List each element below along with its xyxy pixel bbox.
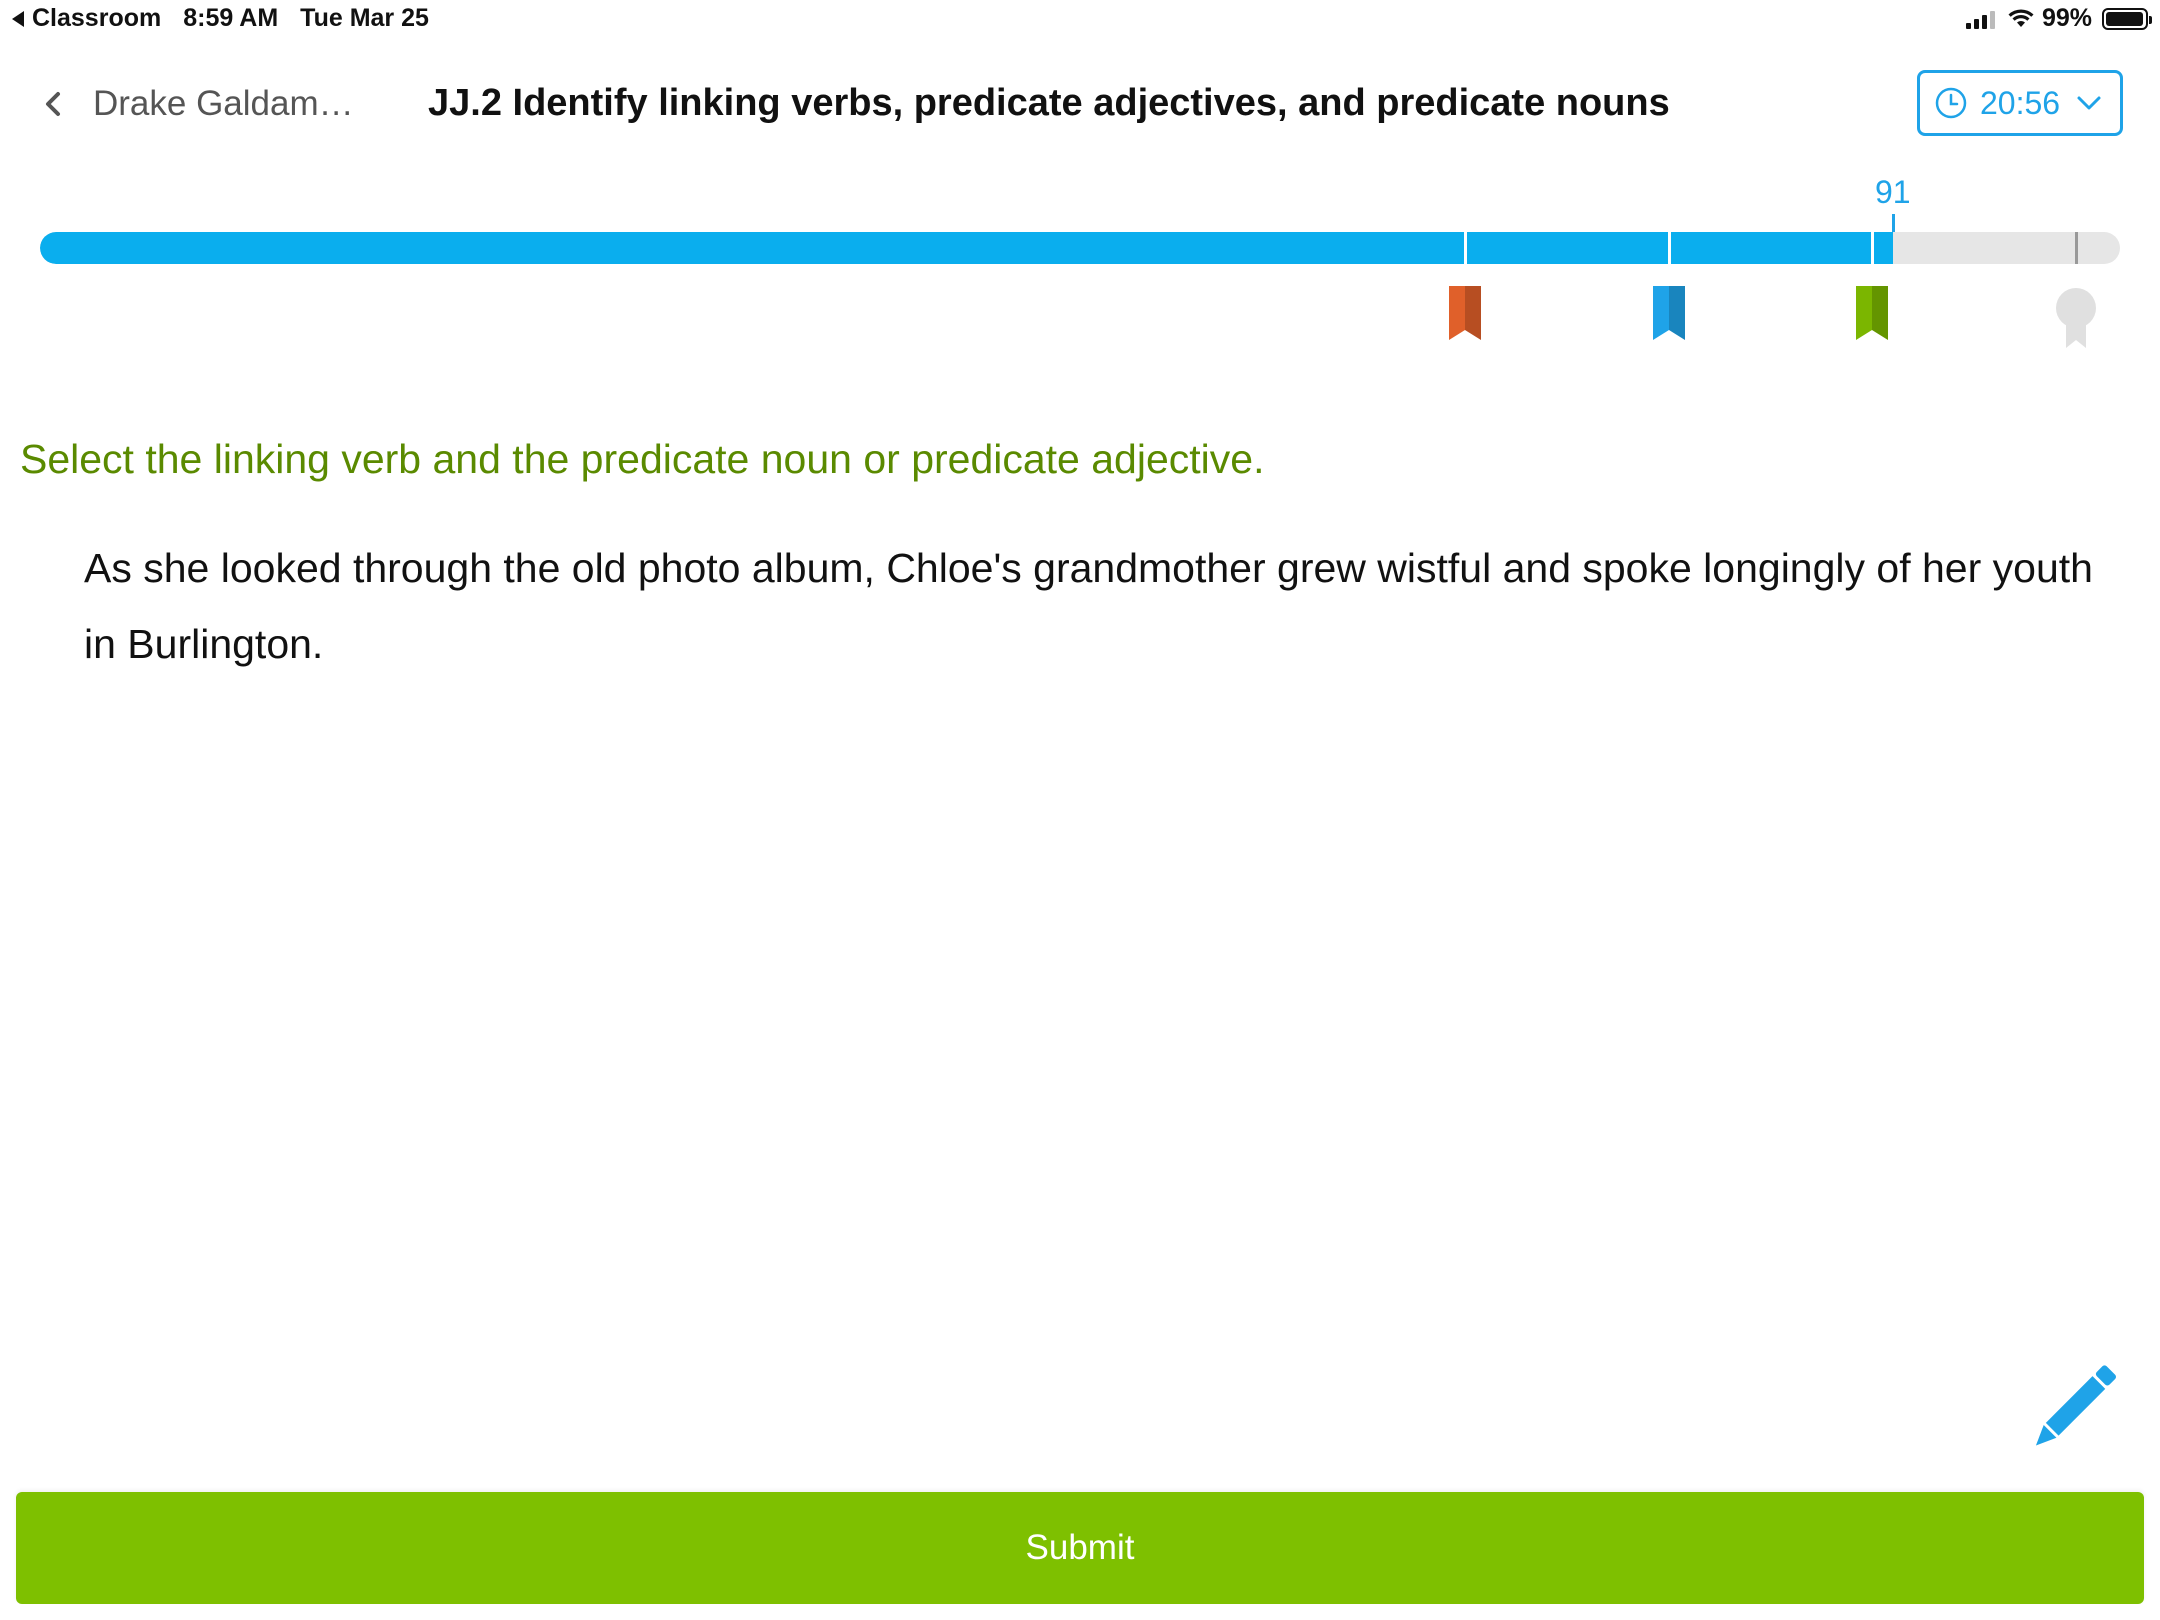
wifi-icon: [2008, 8, 2034, 27]
status-bar-left: Classroom 8:59 AM Tue Mar 25: [12, 4, 429, 33]
smartscore-tick: [1891, 214, 1895, 234]
milestone-divider: [1871, 232, 1875, 264]
status-time: 8:59 AM: [183, 4, 279, 32]
progress-fill: [40, 232, 1893, 264]
status-date: Tue Mar 25: [300, 4, 429, 32]
milestone-divider: [1464, 232, 1468, 264]
orange-ribbon-icon: [1449, 286, 1482, 340]
clock-icon: [1935, 87, 1967, 119]
page-title: JJ.2 Identify linking verbs, predicate a…: [428, 82, 1670, 124]
award-icon: [2056, 288, 2096, 348]
smartscore-progress: 91: [0, 170, 2160, 360]
question-instruction: Select the linking verb and the predicat…: [20, 436, 1265, 482]
milestone-divider: [2075, 232, 2078, 264]
status-bar: Classroom 8:59 AM Tue Mar 25 99%: [0, 0, 2160, 40]
submit-button[interactable]: Submit: [16, 1492, 2144, 1604]
progress-track: [40, 232, 2120, 264]
student-name[interactable]: Drake Galdam…: [93, 84, 354, 124]
battery-icon: [2102, 7, 2152, 30]
timer-button[interactable]: 20:56: [1917, 70, 2123, 136]
pencil-icon[interactable]: [2024, 1360, 2120, 1456]
back-to-app-label[interactable]: Classroom: [32, 4, 161, 33]
chevron-down-icon: [2077, 96, 2101, 110]
smartscore-value: 91: [1874, 174, 1911, 210]
question-sentence[interactable]: As she looked through the old photo albu…: [84, 530, 2124, 682]
green-ribbon-icon: [1856, 286, 1889, 340]
battery-percent: 99%: [2041, 4, 2092, 32]
status-bar-right: 99%: [1965, 4, 2152, 33]
signal-icon: [1965, 9, 1998, 29]
header: Drake Galdam… JJ.2 Identify linking verb…: [0, 60, 2160, 150]
back-chevron-icon[interactable]: [34, 84, 74, 124]
timer-value: 20:56: [1980, 84, 2061, 121]
back-to-app-icon[interactable]: [12, 10, 24, 27]
blue-ribbon-icon: [1652, 286, 1685, 340]
milestone-divider: [1667, 232, 1671, 264]
